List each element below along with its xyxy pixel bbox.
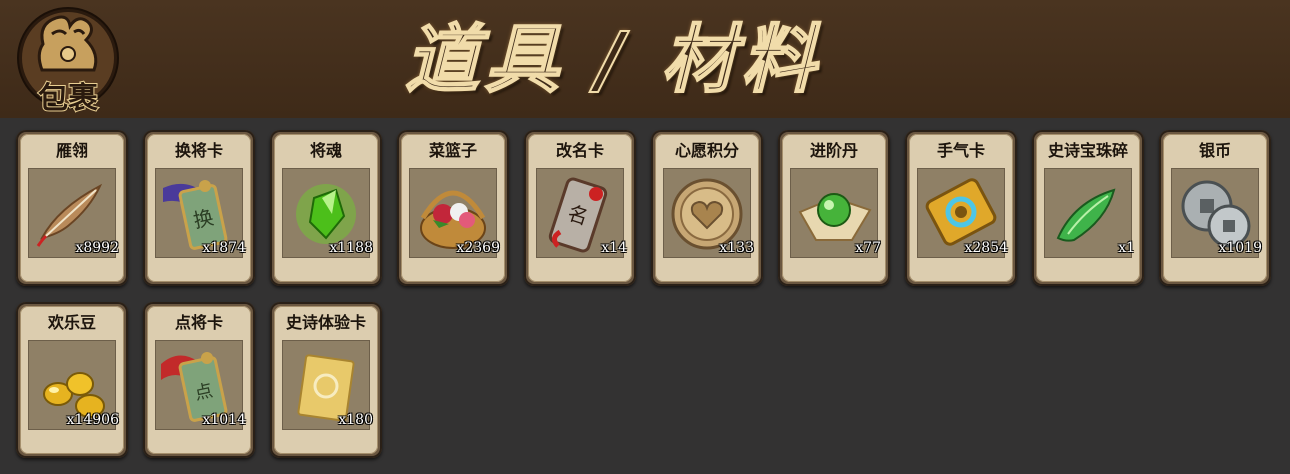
item-count: x1 — [1118, 240, 1135, 256]
item-count: x133 — [719, 240, 754, 256]
item-count: x1188 — [329, 240, 373, 256]
item-count: x14906 — [66, 412, 119, 428]
item-name: 菜篮子 — [428, 141, 477, 160]
item-count: x180 — [338, 412, 373, 428]
item-name: 心愿积分 — [674, 141, 739, 160]
item-card[interactable]: 史诗体验卡 x180 — [270, 302, 382, 458]
item-count: x1019 — [1218, 240, 1262, 256]
item-count: x2854 — [964, 240, 1008, 256]
item-card[interactable]: 将魂 x1188 — [270, 130, 382, 286]
item-card[interactable]: 手气卡 x2854 — [905, 130, 1017, 286]
item-name: 银币 — [1198, 141, 1231, 160]
item-count: x8992 — [75, 240, 119, 256]
item-card[interactable]: 换将卡换 x1874 — [143, 130, 255, 286]
item-name: 雁翎 — [55, 141, 88, 160]
item-card[interactable]: 银币 x1019 — [1159, 130, 1271, 286]
item-name: 将魂 — [309, 141, 342, 160]
item-count: x1014 — [202, 412, 246, 428]
page-title: 道具 / 材料 — [404, 16, 822, 104]
item-card[interactable]: 菜篮子 x2369 — [397, 130, 509, 286]
item-name: 手气卡 — [936, 141, 985, 160]
header-bar: 包裹 道具 / 材料 — [0, 0, 1290, 118]
item-card[interactable]: 改名卡名 x14 — [524, 130, 636, 286]
item-name: 进阶丹 — [809, 141, 858, 160]
item-name: 点将卡 — [174, 313, 223, 332]
item-name: 改名卡 — [555, 141, 604, 160]
item-name: 换将卡 — [174, 141, 223, 160]
item-card[interactable]: 史诗宝珠碎 x1 — [1032, 130, 1144, 286]
item-name: 史诗宝珠碎 — [1047, 141, 1128, 160]
item-card[interactable]: 雁翎 x8992 — [16, 130, 128, 286]
bag-label: 包裹 — [38, 81, 98, 116]
item-count: x77 — [855, 240, 881, 256]
item-count: x1874 — [202, 240, 246, 256]
item-count: x2369 — [456, 240, 500, 256]
bag-icon[interactable]: 包裹 — [8, 4, 138, 116]
item-count: x14 — [601, 240, 627, 256]
item-card[interactable]: 点将卡点 x1014 — [143, 302, 255, 458]
item-card[interactable]: 心愿积分 x133 — [651, 130, 763, 286]
item-name: 史诗体验卡 — [285, 313, 366, 332]
item-card[interactable]: 欢乐豆 x14906 — [16, 302, 128, 458]
item-card[interactable]: 进阶丹 x77 — [778, 130, 890, 286]
item-name: 欢乐豆 — [47, 313, 96, 332]
